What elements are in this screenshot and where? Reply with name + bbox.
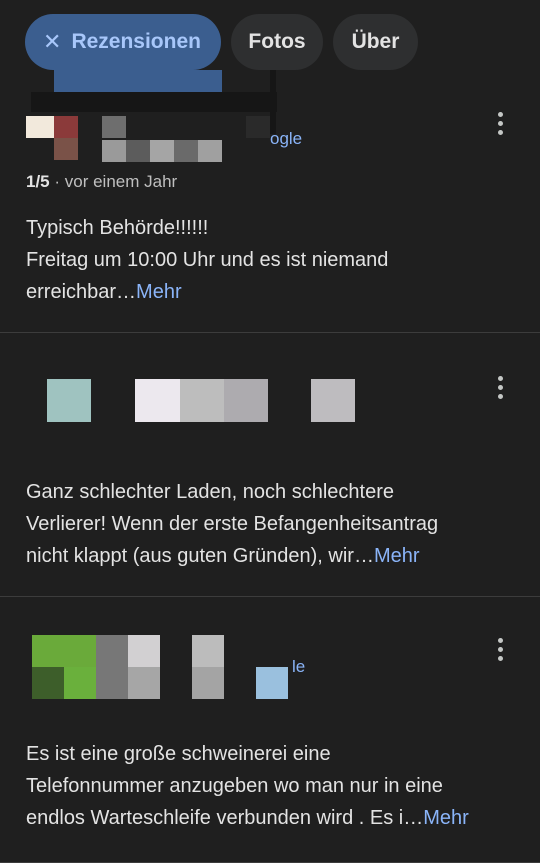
- more-options-icon[interactable]: [498, 638, 504, 665]
- review-date: · vor einem Jahr: [54, 172, 178, 191]
- review-text: Ganz schlechter Laden, noch schlechtere …: [26, 476, 438, 572]
- tab-ueber-label: Über: [351, 30, 400, 53]
- author-name-fragment[interactable]: ogle: [270, 129, 302, 149]
- review-text-line: Ganz schlechter Laden, noch schlechtere: [26, 481, 394, 503]
- review-text: Typisch Behörde!!!!!! Freitag um 10:00 U…: [26, 212, 388, 308]
- more-options-icon[interactable]: [498, 376, 504, 403]
- review-text-line: Freitag um 10:00 Uhr und es ist niemand: [26, 249, 389, 271]
- review-meta: 1/5 · vor einem Jahr: [26, 172, 177, 192]
- tab-ueber[interactable]: Über: [333, 14, 418, 70]
- tab-fotos-label: Fotos: [248, 30, 306, 53]
- tab-rezensionen-label: Rezensionen: [71, 30, 201, 53]
- rating-value: 1/5: [26, 172, 50, 191]
- review-text-line: Verlierer! Wenn der erste Befangenheitsa…: [26, 513, 439, 535]
- more-options-icon[interactable]: [498, 112, 504, 139]
- review-text-line: Es ist eine große schweinerei eine: [26, 743, 331, 765]
- close-icon[interactable]: ✕: [43, 29, 61, 55]
- tab-rezensionen[interactable]: ✕ Rezensionen: [25, 14, 221, 70]
- more-link[interactable]: Mehr: [374, 545, 420, 567]
- review-text: Es ist eine große schweinerei eine Telef…: [26, 738, 469, 834]
- review-text-line: erreichbar…: [26, 281, 137, 303]
- more-link[interactable]: Mehr: [136, 281, 182, 303]
- review-text-line: endlos Warteschleife verbunden wird . Es…: [26, 807, 424, 829]
- review-text-line: Telefonnummer anzugeben wo man nur in ei…: [26, 775, 443, 797]
- author-name-fragment[interactable]: le: [292, 657, 305, 677]
- review-text-line: Typisch Behörde!!!!!!: [26, 217, 209, 239]
- review-text-line: nicht klappt (aus guten Gründen), wir…: [26, 545, 374, 567]
- tab-fotos[interactable]: Fotos: [231, 14, 323, 70]
- more-link[interactable]: Mehr: [423, 807, 469, 829]
